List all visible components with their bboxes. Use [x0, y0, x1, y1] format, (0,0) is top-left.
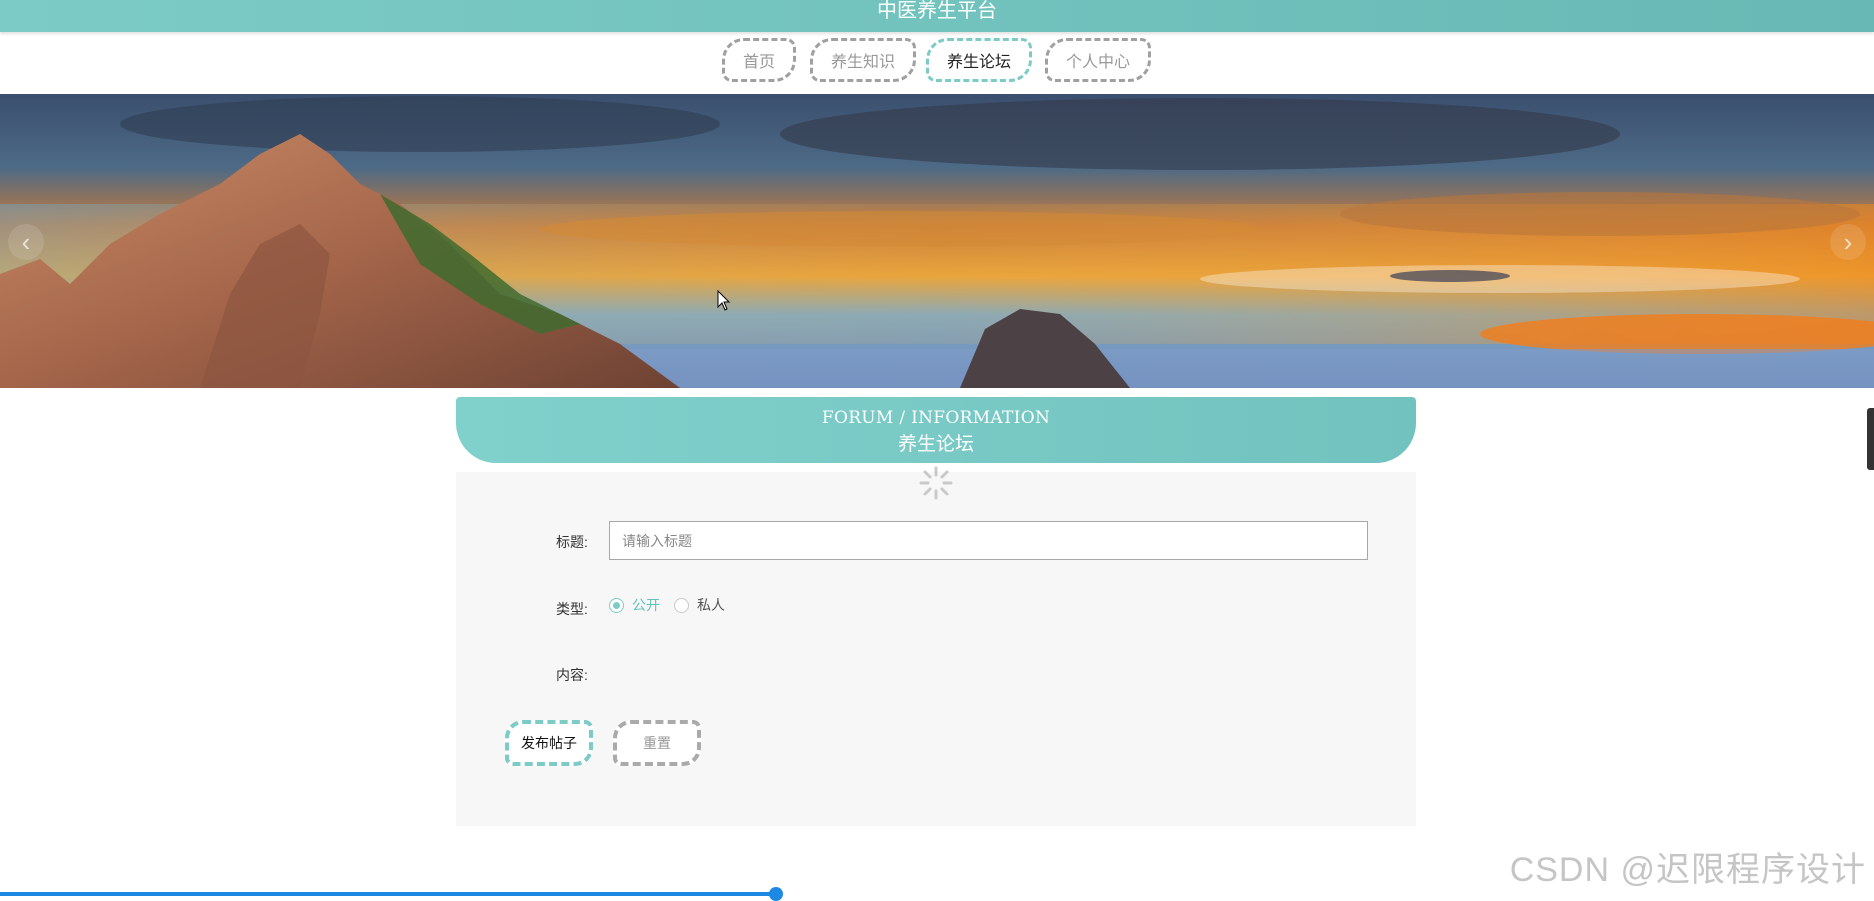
- top-header-bar: 中医养生平台: [0, 0, 1874, 32]
- nav-tab-profile[interactable]: 个人中心: [1045, 38, 1151, 82]
- publish-post-button[interactable]: 发布帖子: [505, 720, 593, 766]
- chevron-right-icon: ›: [1843, 226, 1853, 257]
- mouse-cursor-icon: [717, 290, 731, 311]
- nav-tab-knowledge[interactable]: 养生知识: [810, 38, 916, 82]
- type-radio-private[interactable]: 私人: [674, 595, 725, 615]
- nav-tab-forum[interactable]: 养生论坛: [926, 38, 1032, 82]
- loading-spinner-icon: [919, 466, 953, 500]
- carousel-next-button[interactable]: ›: [1830, 224, 1866, 260]
- content-label: 内容:: [556, 667, 588, 683]
- reset-button[interactable]: 重置: [613, 720, 701, 766]
- chevron-left-icon: ‹: [21, 226, 31, 257]
- main-nav: 首页 养生知识 养生论坛 个人中心: [0, 38, 1874, 86]
- watermark-text: CSDN @迟限程序设计: [1509, 851, 1866, 889]
- radio-unchecked-icon: [674, 597, 689, 613]
- radio-checked-icon: [609, 597, 624, 613]
- type-option-private-label: 私人: [697, 597, 725, 613]
- page-progress-knob[interactable]: [769, 887, 783, 901]
- site-title: 中医养生平台: [877, 0, 997, 22]
- scrollbar-thumb[interactable]: [1867, 408, 1874, 470]
- section-header: FORUM / INFORMATION 养生论坛: [456, 397, 1416, 463]
- nav-tab-home[interactable]: 首页: [722, 38, 796, 82]
- section-title-en: FORUM / INFORMATION: [821, 408, 1051, 428]
- mountain-sunset-scene: [0, 94, 1874, 388]
- type-option-public-label: 公开: [632, 597, 660, 613]
- hero-banner-image: [0, 94, 1874, 388]
- type-radio-public[interactable]: 公开: [609, 595, 660, 615]
- carousel-prev-button[interactable]: ‹: [8, 224, 44, 260]
- title-input[interactable]: [609, 521, 1368, 560]
- title-label: 标题:: [556, 534, 588, 550]
- page-progress-fill: [0, 892, 776, 896]
- type-label: 类型:: [556, 601, 588, 617]
- section-title-zh: 养生论坛: [897, 433, 974, 455]
